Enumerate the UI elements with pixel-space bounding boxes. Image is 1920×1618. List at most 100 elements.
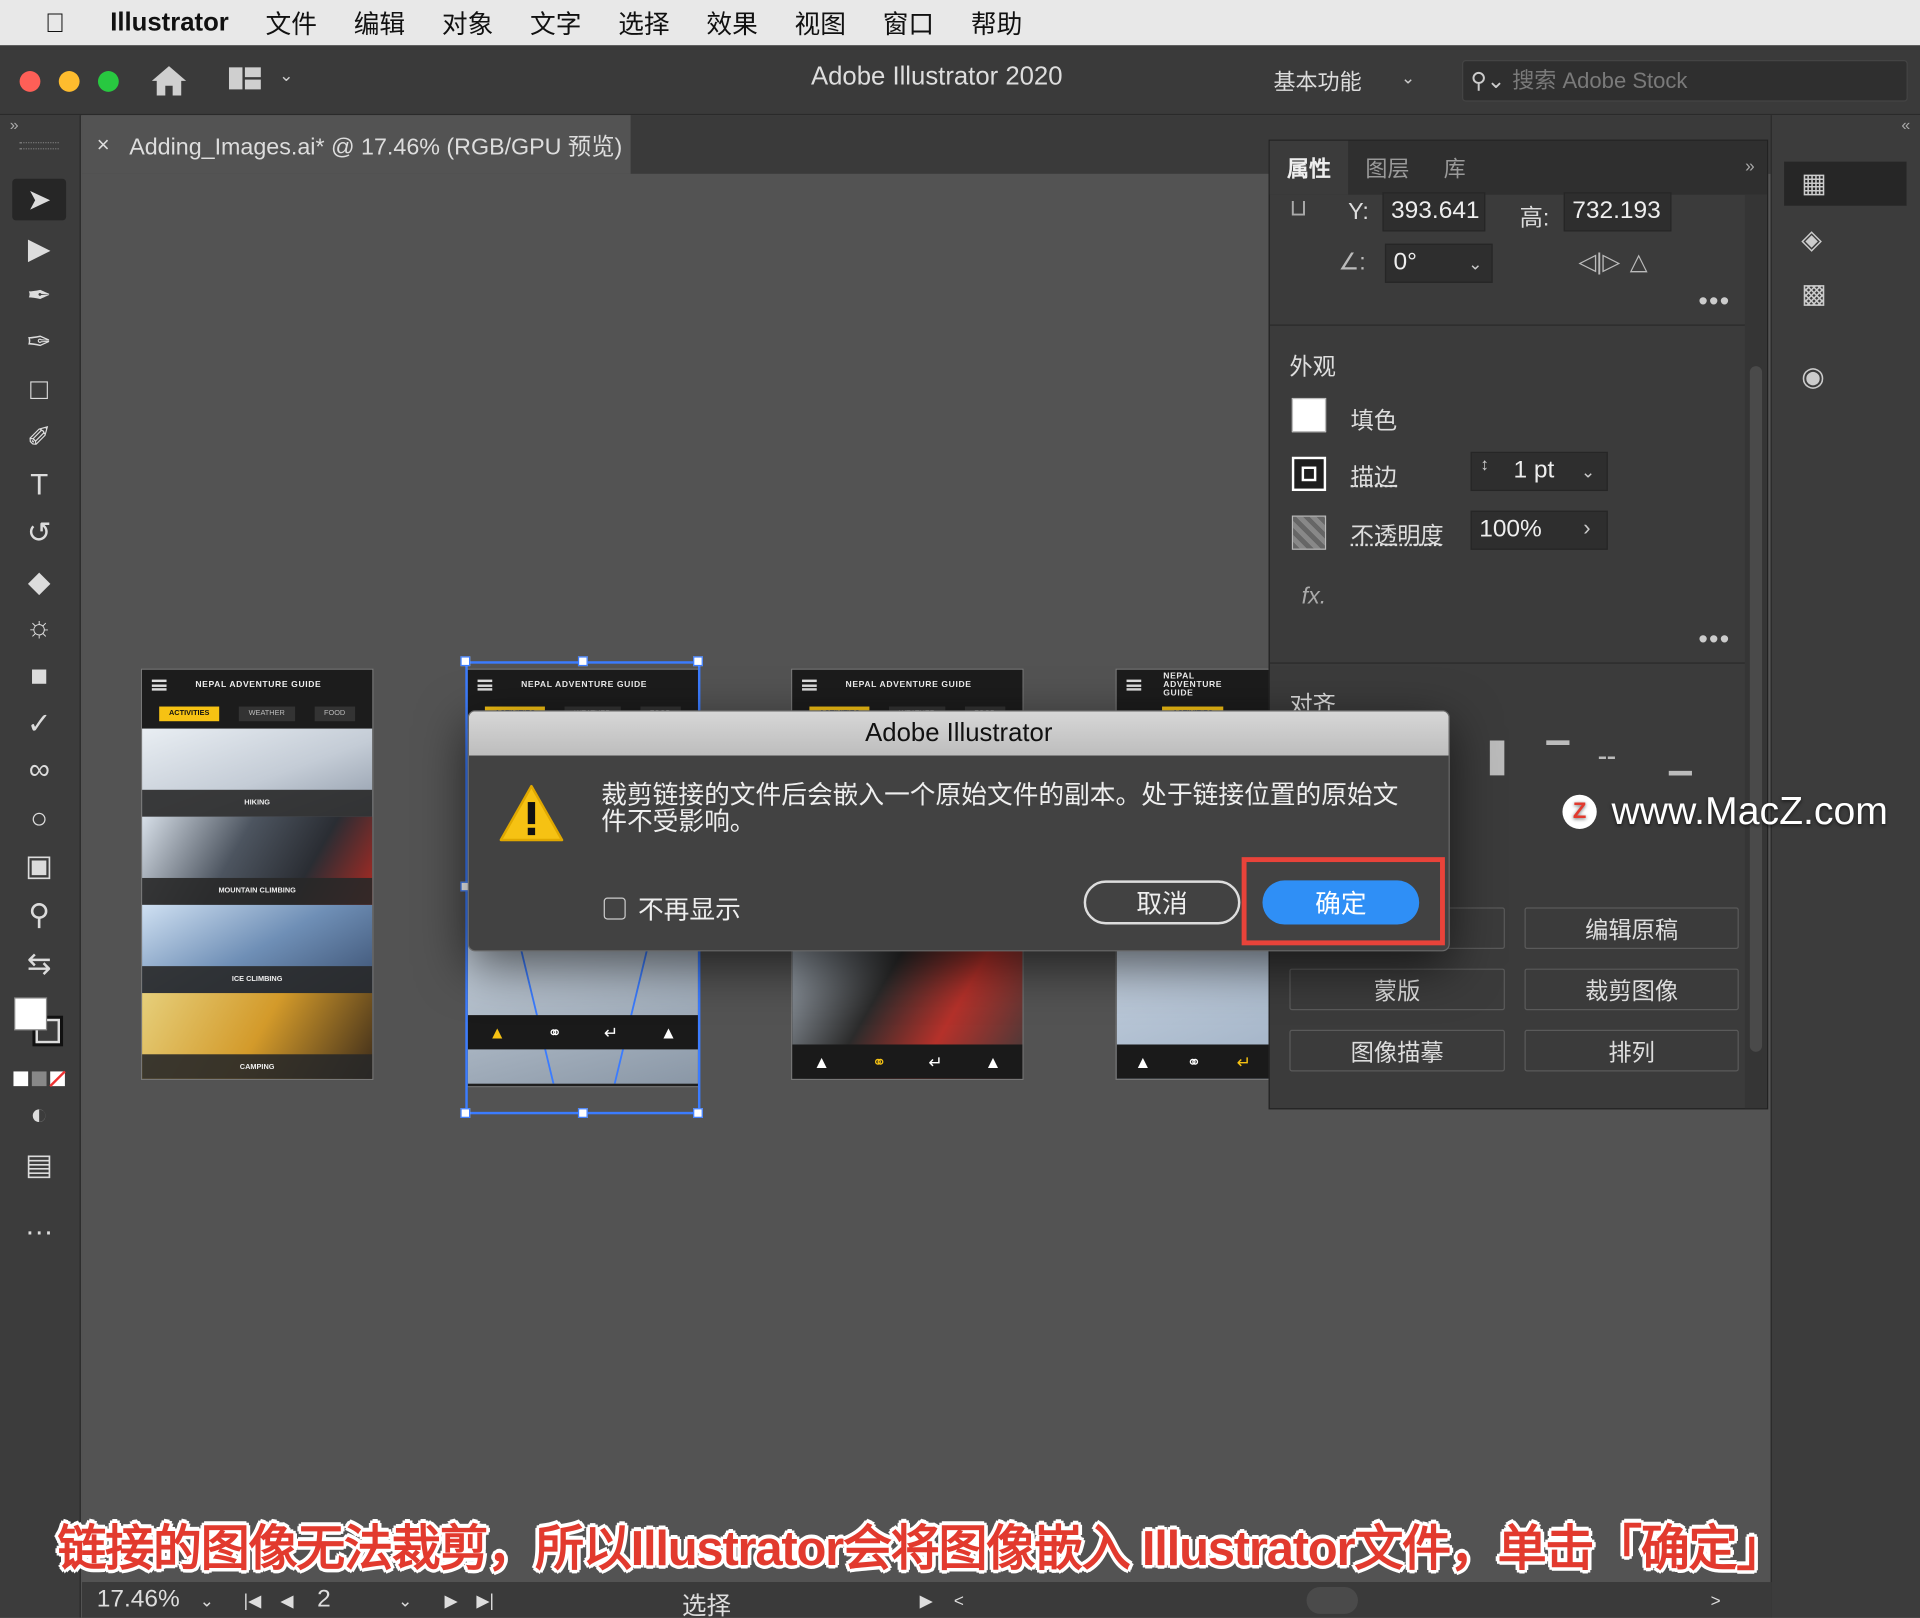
screen-mode-icon[interactable]: ▤ [12, 1144, 66, 1186]
color-mode-icon[interactable] [12, 1058, 66, 1100]
edit-original-button[interactable]: 编辑原稿 [1524, 907, 1739, 949]
minimize-window-button[interactable] [58, 71, 80, 92]
constrain-icon[interactable]: ⊔ [1289, 195, 1307, 223]
align-vertical-center-icon[interactable]: ╌ [1598, 741, 1616, 777]
more-options-icon[interactable]: ••• [1698, 623, 1730, 655]
selection-handle[interactable] [460, 1108, 471, 1118]
scroll-right-icon[interactable]: > [1711, 1591, 1721, 1611]
artboard-tool-icon[interactable]: ▣ [12, 845, 66, 887]
apple-menu-icon[interactable]:  [0, 7, 110, 39]
close-window-button[interactable] [19, 71, 41, 92]
selection-tool-icon[interactable]: ➤ [12, 178, 67, 221]
menu-help[interactable]: 帮助 [971, 4, 1022, 41]
type-tool-icon[interactable]: T [12, 465, 66, 507]
chevron-down-icon[interactable]: ⌄ [1581, 462, 1595, 483]
selection-handle[interactable] [577, 656, 588, 667]
scroll-left-icon[interactable]: < [954, 1591, 964, 1611]
workspace-switcher[interactable]: 基本功能 [1273, 65, 1361, 97]
menu-type[interactable]: 文字 [530, 4, 581, 41]
rotate-tool-icon[interactable]: ↺ [12, 512, 66, 554]
chevron-down-icon[interactable]: ⌄ [200, 1591, 214, 1612]
current-tool-status[interactable]: 选择 [682, 1586, 731, 1617]
stroke-swatch[interactable] [1291, 456, 1327, 492]
pen-tool-icon[interactable]: ✒ [12, 274, 66, 316]
expand-panel-icon[interactable]: » [10, 115, 19, 133]
gradient-tool-icon[interactable]: ■ [12, 656, 66, 698]
selection-handle[interactable] [693, 1108, 703, 1118]
eyedropper-tool-icon[interactable]: ✓ [12, 703, 66, 745]
stepper-icon[interactable]: ↕ [1480, 454, 1489, 474]
effects-icon[interactable]: fx. [1302, 584, 1327, 611]
align-bottom-icon[interactable]: ▁ [1669, 741, 1692, 777]
checkbox-label[interactable]: 不再显示 [638, 890, 741, 927]
curvature-tool-icon[interactable]: ✑ [12, 321, 66, 363]
panel-scrollbar[interactable] [1744, 194, 1767, 1109]
menu-select[interactable]: 选择 [618, 4, 669, 41]
tab-layers[interactable]: 图层 [1348, 141, 1426, 195]
artboard-number[interactable]: 2 [317, 1586, 331, 1614]
stock-search-box[interactable]: ⚲⌄ [1462, 60, 1908, 102]
selection-handle[interactable] [577, 1108, 588, 1118]
scrollbar-thumb[interactable] [1749, 366, 1763, 1052]
selection-handle[interactable] [460, 656, 471, 667]
last-artboard-icon[interactable]: ▶| [476, 1591, 494, 1612]
draw-mode-icon[interactable]: ◐ [12, 1095, 66, 1137]
menu-effect[interactable]: 效果 [706, 4, 757, 41]
flip-horizontal-icon[interactable]: ◁|▷ [1578, 249, 1620, 277]
artboard-1[interactable]: NEPAL ADVENTURE GUIDE ACTIVITIES WEATHER… [140, 668, 374, 1081]
checkbox-box[interactable] [603, 897, 626, 920]
arrange-button[interactable]: 排列 [1524, 1029, 1739, 1072]
stroke-label[interactable]: 描边 [1351, 459, 1398, 492]
tab-properties[interactable]: 属性 [1269, 140, 1349, 195]
cancel-button[interactable]: 取消 [1083, 880, 1241, 925]
zoom-level[interactable]: 17.46% [97, 1586, 180, 1614]
home-icon[interactable] [149, 64, 188, 98]
first-artboard-icon[interactable]: |◀ [244, 1591, 262, 1612]
properties-panel-icon[interactable]: ▦ [1784, 161, 1907, 206]
panel-grip[interactable] [19, 142, 59, 150]
zoom-window-button[interactable] [97, 71, 119, 92]
links-panel-icon[interactable]: ◉ [1784, 355, 1906, 399]
zoom-tool-icon[interactable]: ⚲ [12, 894, 66, 936]
tab-libraries[interactable]: 库 [1427, 141, 1483, 195]
more-options-icon[interactable]: ••• [1698, 285, 1730, 317]
collapse-dock-icon[interactable]: « [1901, 115, 1910, 133]
chevron-down-icon[interactable]: ⌄ [1468, 253, 1482, 274]
chevron-down-icon[interactable]: ⌄ [1401, 67, 1415, 88]
close-icon[interactable]: × [97, 132, 110, 158]
mask-button[interactable]: 蒙版 [1289, 968, 1505, 1011]
menu-object[interactable]: 对象 [442, 4, 493, 41]
chevron-right-icon[interactable]: › [1583, 516, 1590, 542]
arrange-documents-icon[interactable] [228, 65, 262, 92]
document-tab[interactable]: × Adding_Images.ai* @ 17.46% (RGB/GPU 预览… [82, 115, 631, 174]
direct-selection-tool-icon[interactable]: ▶ [12, 228, 66, 270]
dont-show-again-checkbox[interactable]: 不再显示 [603, 890, 741, 927]
warp-tool-icon[interactable]: ☼ [12, 607, 66, 649]
fill-label[interactable]: 填色 [1351, 403, 1398, 436]
layers-panel-icon[interactable]: ◈ [1784, 218, 1906, 262]
stock-search-input[interactable] [1512, 68, 1892, 95]
chevron-down-icon[interactable]: ⌄ [279, 65, 293, 86]
align-top-icon[interactable]: ▔ [1547, 741, 1570, 777]
more-tools-icon[interactable]: … [12, 1205, 66, 1247]
paintbrush-tool-icon[interactable]: ✐ [12, 416, 66, 458]
shape-builder-tool-icon[interactable]: ○ [12, 798, 66, 840]
y-field[interactable]: 393.641 [1382, 192, 1486, 232]
menu-window[interactable]: 窗口 [883, 4, 934, 41]
next-artboard-icon[interactable]: ▶ [444, 1591, 457, 1612]
status-menu-icon[interactable]: ▶ [920, 1591, 933, 1612]
flip-vertical-icon[interactable]: △ [1630, 249, 1648, 277]
menu-view[interactable]: 视图 [795, 4, 846, 41]
menu-app-name[interactable]: Illustrator [110, 8, 229, 37]
menu-file[interactable]: 文件 [266, 4, 317, 41]
fill-stroke-swatch-icon[interactable] [12, 992, 66, 1053]
rectangle-tool-icon[interactable]: □ [12, 370, 66, 412]
fill-swatch[interactable] [1291, 397, 1327, 433]
horizontal-scrollbar-thumb[interactable] [1306, 1586, 1358, 1614]
crop-image-button[interactable]: 裁剪图像 [1524, 968, 1739, 1011]
collapse-panel-icon[interactable]: » [1745, 156, 1755, 176]
height-field[interactable]: 732.193 [1563, 192, 1672, 232]
eraser-tool-icon[interactable]: ◆ [12, 561, 66, 603]
image-trace-button[interactable]: 图像描摹 [1289, 1029, 1505, 1072]
selection-handle[interactable] [693, 656, 703, 667]
